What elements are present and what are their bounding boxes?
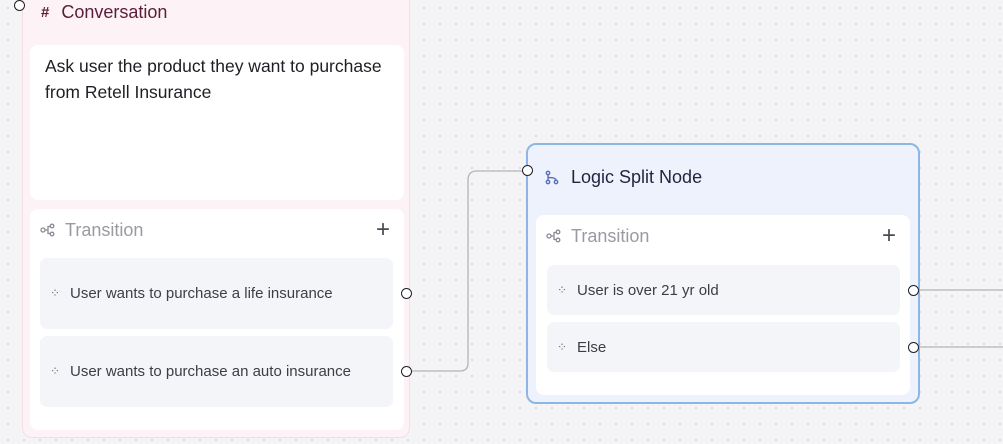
branch-icon xyxy=(40,223,55,237)
hash-icon: # xyxy=(41,3,50,21)
transition-header: Transition + xyxy=(546,224,896,248)
sparkle-icon: ⁘ xyxy=(556,339,568,354)
logic-condition-else[interactable]: ⁘ Else xyxy=(547,322,900,372)
branch-icon xyxy=(546,229,561,243)
flow-canvas[interactable]: # Conversation Ask user the product they… xyxy=(0,0,1003,444)
condition-text: Else xyxy=(577,338,607,356)
edge-auto-to-logic[interactable] xyxy=(412,170,528,372)
logic-split-node[interactable]: Logic Split Node Transition + ⁘ User is … xyxy=(526,143,920,404)
condition-over21-output-port[interactable] xyxy=(908,285,919,296)
conversation-node[interactable]: # Conversation Ask user the product they… xyxy=(22,0,410,438)
logic-condition-over21[interactable]: ⁘ User is over 21 yr old xyxy=(547,265,900,315)
conversation-node-header: # Conversation xyxy=(41,1,167,23)
logic-node-header: Logic Split Node xyxy=(545,165,702,189)
transition-condition-auto[interactable]: ⁘ User wants to purchase an auto insuran… xyxy=(40,336,393,407)
conversation-prompt-text[interactable]: Ask user the product they want to purcha… xyxy=(30,45,404,200)
condition-text: User is over 21 yr old xyxy=(577,281,719,299)
add-transition-button[interactable]: + xyxy=(376,218,390,242)
condition-text: User wants to purchase a life insurance xyxy=(70,285,333,302)
condition-else-output-port[interactable] xyxy=(908,342,919,353)
split-icon xyxy=(545,170,559,184)
conversation-node-type-label: Conversation xyxy=(61,1,168,22)
condition-life-output-port[interactable] xyxy=(401,288,412,299)
sparkle-icon: ⁘ xyxy=(556,282,568,297)
condition-text: User wants to purchase an auto insurance xyxy=(70,363,351,380)
transition-label: Transition xyxy=(571,225,650,246)
transition-condition-life[interactable]: ⁘ User wants to purchase a life insuranc… xyxy=(40,258,393,329)
logic-transition-card: Transition + ⁘ User is over 21 yr old ⁘ … xyxy=(536,215,910,395)
condition-auto-output-port[interactable] xyxy=(401,366,412,377)
logic-input-port[interactable] xyxy=(522,165,533,176)
sparkle-icon: ⁘ xyxy=(49,286,61,300)
logic-node-title: Logic Split Node xyxy=(571,166,703,187)
conversation-input-port[interactable] xyxy=(14,0,25,11)
transition-label: Transition xyxy=(65,219,144,240)
conversation-transition-card: Transition + ⁘ User wants to purchase a … xyxy=(30,209,404,430)
transition-header: Transition + xyxy=(40,218,390,242)
sparkle-icon: ⁘ xyxy=(49,364,61,378)
add-transition-button[interactable]: + xyxy=(882,224,896,248)
